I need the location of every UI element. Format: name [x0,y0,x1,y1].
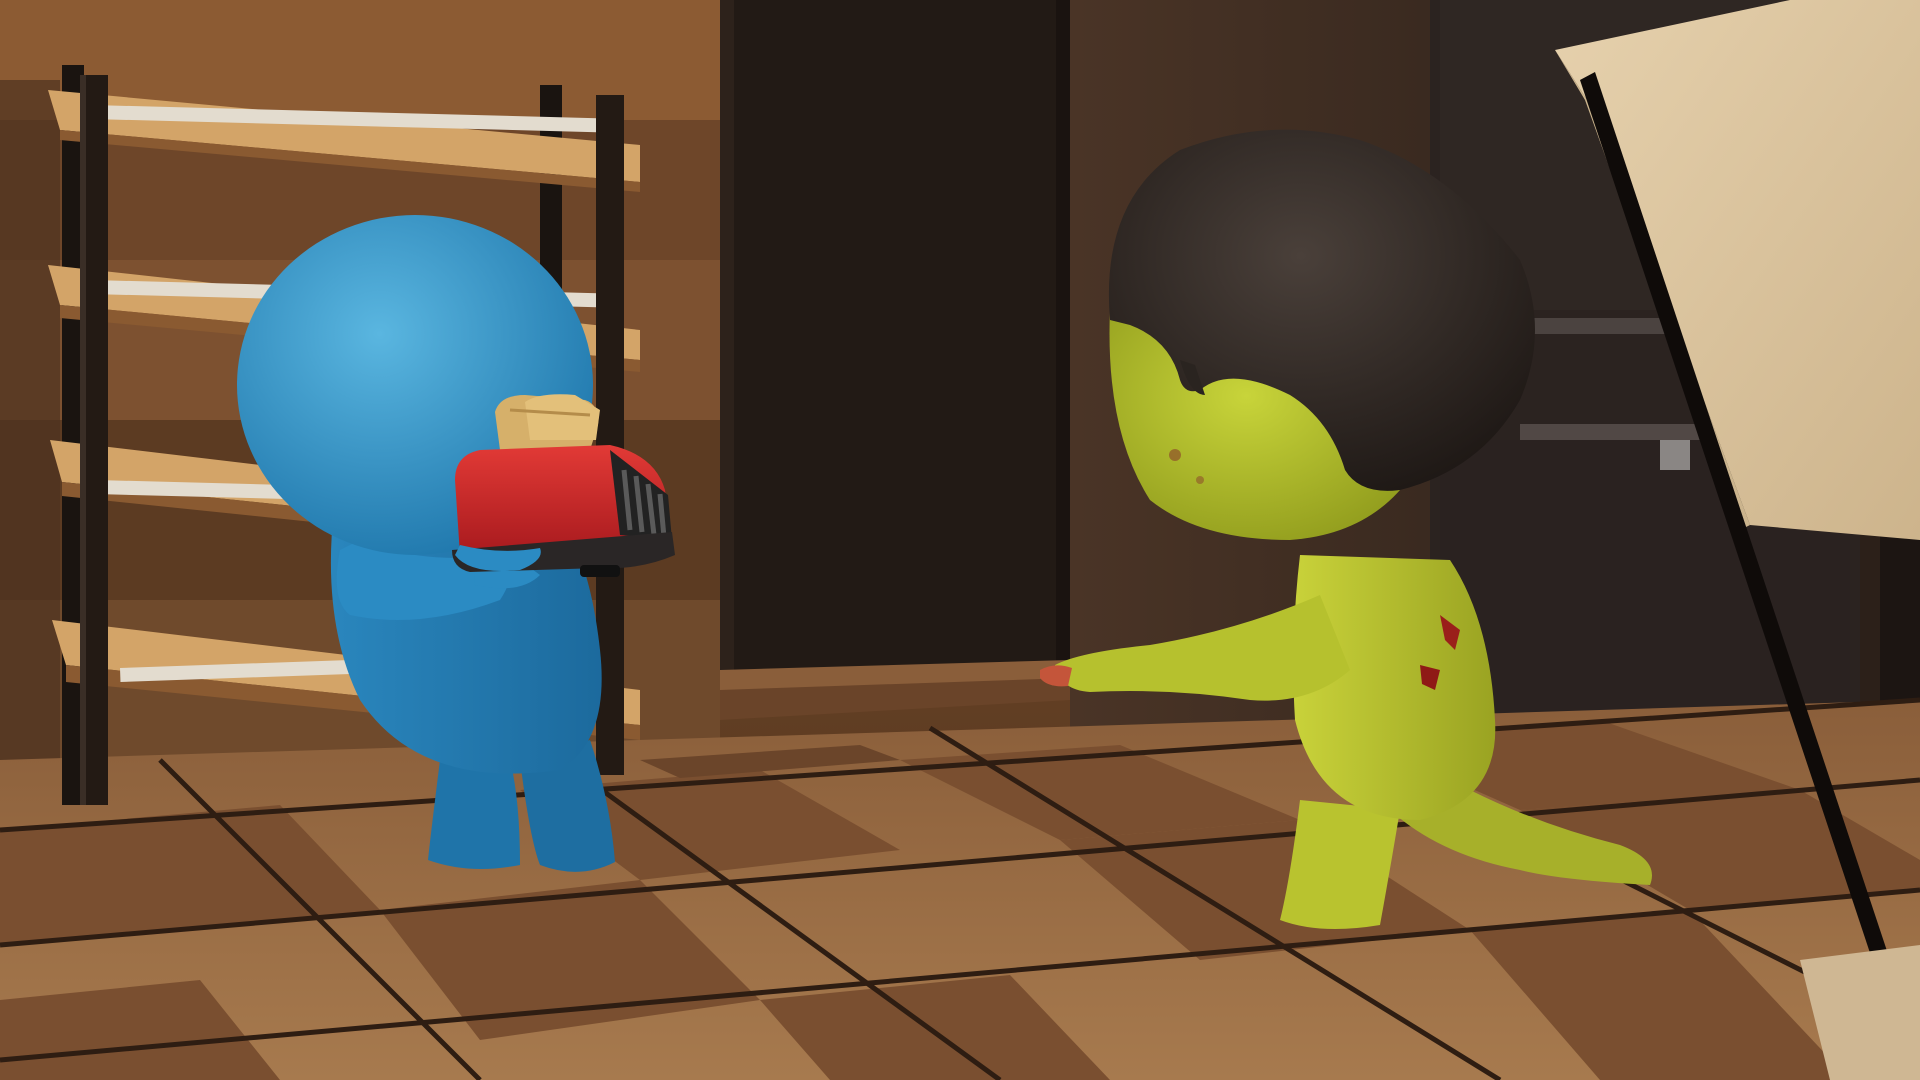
game-viewport[interactable] [0,0,1920,1080]
dark-doorway [720,0,1070,720]
toast-slices [495,394,600,450]
scene-canvas [0,0,1920,1080]
floor [0,697,1920,1080]
